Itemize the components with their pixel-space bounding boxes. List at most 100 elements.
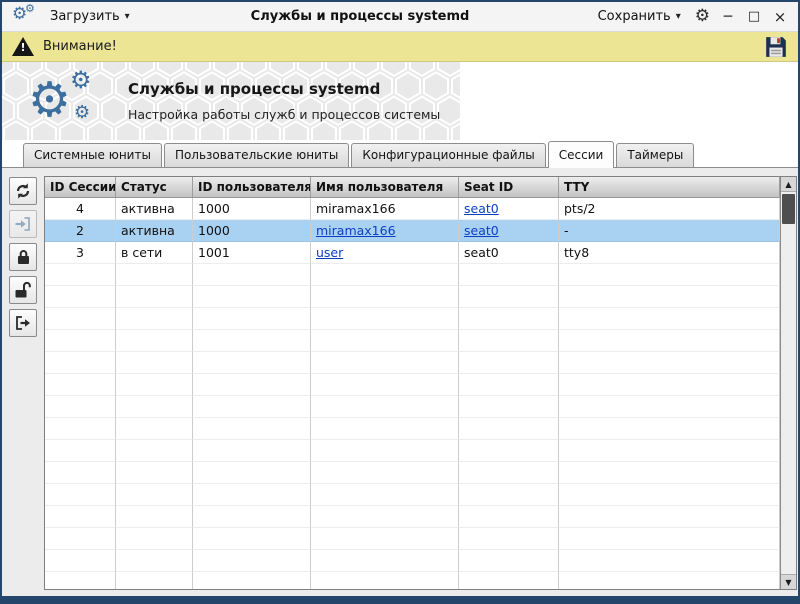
column-header-session-id[interactable]: ID Сессии <box>45 177 116 197</box>
login-session-button[interactable] <box>9 210 37 238</box>
warning-bar: ! Внимание! <box>2 32 798 62</box>
table-cell-empty <box>116 374 193 396</box>
table-cell-empty <box>459 440 559 462</box>
settings-gear-icon[interactable]: ⚙ <box>695 8 710 25</box>
tab-user-units[interactable]: Пользовательские юниты <box>164 143 349 167</box>
table-row[interactable]: 4активна1000miramax166seat0pts/2 <box>45 198 780 220</box>
table-cell-empty <box>311 352 459 374</box>
table-cell-empty <box>193 374 311 396</box>
save-file-icon[interactable] <box>764 35 788 59</box>
table-cell: 1000 <box>193 220 311 242</box>
table-empty-row <box>45 528 780 550</box>
tab-timers[interactable]: Таймеры <box>616 143 694 167</box>
table-cell-empty <box>559 528 780 550</box>
table-cell-empty <box>559 264 780 286</box>
close-button[interactable]: × <box>772 9 788 25</box>
table-cell-empty <box>193 440 311 462</box>
scrollbar-track[interactable] <box>781 192 796 574</box>
table-cell-empty <box>559 352 780 374</box>
table-cell: seat0 <box>459 198 559 220</box>
scrollbar-thumb[interactable] <box>782 194 795 224</box>
table-cell-empty <box>193 308 311 330</box>
table-cell-empty <box>311 440 459 462</box>
scroll-down-button[interactable]: ▼ <box>781 574 796 589</box>
app-logo-gears-icon: ⚙ ⚙ <box>12 5 38 29</box>
table-row[interactable]: 2активна1000miramax166seat0- <box>45 220 780 242</box>
table-cell-empty <box>193 572 311 589</box>
column-header-user-id[interactable]: ID пользователя <box>193 177 311 197</box>
lock-icon <box>15 248 32 266</box>
table-empty-row <box>45 462 780 484</box>
column-header-user-name[interactable]: Имя пользователя <box>311 177 459 197</box>
table-cell-empty <box>45 440 116 462</box>
column-header-tty[interactable]: TTY <box>559 177 780 197</box>
titlebar-right: Сохранить ▾ ⚙ ─ □ × <box>594 7 788 26</box>
table-cell-empty <box>45 286 116 308</box>
table-cell-empty <box>311 374 459 396</box>
table-empty-row <box>45 550 780 572</box>
table-cell-empty <box>116 286 193 308</box>
table-cell-empty <box>311 484 459 506</box>
table-cell-empty <box>459 352 559 374</box>
table-cell-empty <box>193 330 311 352</box>
table-cell-empty <box>116 264 193 286</box>
table-cell-empty <box>193 550 311 572</box>
table-cell-empty <box>116 550 193 572</box>
vertical-scrollbar[interactable]: ▲ ▼ <box>780 177 796 589</box>
table-cell: в сети <box>116 242 193 264</box>
table-cell-empty <box>311 308 459 330</box>
table-row[interactable]: 3в сети1001userseat0tty8 <box>45 242 780 264</box>
table-cell-empty <box>116 330 193 352</box>
table-cell-empty <box>45 264 116 286</box>
warning-text: Внимание! <box>43 39 117 54</box>
window-title: Службы и процессы systemd <box>122 9 598 24</box>
table-cell: 2 <box>45 220 116 242</box>
minimize-button[interactable]: ─ <box>720 9 736 25</box>
scroll-up-button[interactable]: ▲ <box>781 177 796 192</box>
tab-system-units[interactable]: Системные юниты <box>23 143 162 167</box>
column-header-seat-id[interactable]: Seat ID <box>459 177 559 197</box>
table-cell-empty <box>193 352 311 374</box>
cell-link[interactable]: user <box>316 245 343 260</box>
table-cell-empty <box>116 484 193 506</box>
table-cell-empty <box>559 286 780 308</box>
table-cell: miramax166 <box>311 220 459 242</box>
load-menu-button[interactable]: Загрузить ▾ <box>46 7 134 26</box>
table-cell-empty <box>311 550 459 572</box>
table-header-row: ID Сессии Статус ID пользователя Имя пол… <box>45 177 780 198</box>
terminate-session-button[interactable] <box>9 309 37 337</box>
table-cell-empty <box>559 484 780 506</box>
triangle-up-icon: ▲ <box>785 180 791 189</box>
cell-link[interactable]: seat0 <box>464 223 499 238</box>
table-cell-empty <box>193 264 311 286</box>
column-header-status[interactable]: Статус <box>116 177 193 197</box>
tab-config-files[interactable]: Конфигурационные файлы <box>351 143 545 167</box>
save-menu-button[interactable]: Сохранить ▾ <box>594 7 685 26</box>
table-cell-empty <box>45 352 116 374</box>
table-cell-empty <box>193 396 311 418</box>
refresh-button[interactable] <box>9 177 37 205</box>
gear-icon: ⚙ <box>28 76 71 124</box>
table-cell-empty <box>559 506 780 528</box>
lock-session-button[interactable] <box>9 243 37 271</box>
table-cell-empty <box>116 308 193 330</box>
table-cell-empty <box>311 462 459 484</box>
table-cell-empty <box>193 528 311 550</box>
table-cell-empty <box>45 396 116 418</box>
table-cell-empty <box>559 374 780 396</box>
tab-sessions[interactable]: Сессии <box>548 141 615 168</box>
table-cell-empty <box>193 484 311 506</box>
table-cell: 1001 <box>193 242 311 264</box>
table-cell-empty <box>311 396 459 418</box>
table-cell: активна <box>116 198 193 220</box>
table-cell-empty <box>311 506 459 528</box>
table-empty-row <box>45 374 780 396</box>
unlock-session-button[interactable] <box>9 276 37 304</box>
cell-link[interactable]: miramax166 <box>316 223 396 238</box>
cell-link[interactable]: seat0 <box>464 201 499 216</box>
maximize-button[interactable]: □ <box>746 9 762 25</box>
save-menu-label: Сохранить <box>598 9 671 24</box>
table-empty-row <box>45 572 780 589</box>
table-cell-empty <box>459 374 559 396</box>
table-cell-empty <box>311 264 459 286</box>
